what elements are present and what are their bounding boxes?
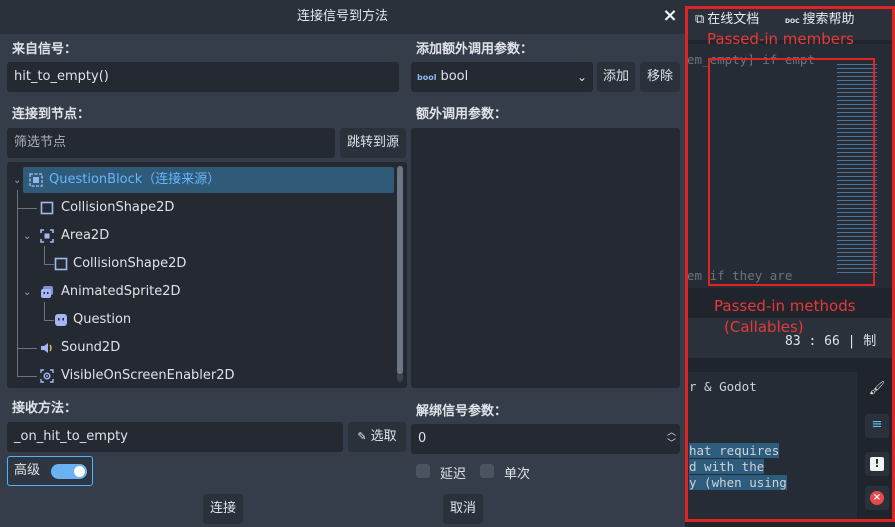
deferred-checkbox[interactable] [416, 464, 430, 478]
dialog-titlebar: 连接信号到方法 × [0, 0, 685, 34]
tree-item-label: CollisionShape2D [61, 200, 175, 215]
pencil-icon: ✎ [357, 430, 367, 443]
chevron-down-icon[interactable]: ⌄ [13, 168, 21, 194]
visibility-notifier-icon [40, 369, 54, 383]
tree-item-sound2d[interactable]: Sound2D [37, 335, 377, 361]
tree-guide [44, 320, 54, 321]
tree-item-label: QuestionBlock（连接来源） [49, 172, 221, 187]
annotation-inner-box [708, 58, 875, 286]
annotation-callables: (Callables) [724, 318, 804, 336]
signal-field: hit_to_empty() [7, 62, 399, 92]
advanced-label: 高级 [14, 463, 41, 478]
receiver-method-label: 接收方法： [12, 401, 78, 416]
unbind-value: 0 [418, 431, 427, 446]
toggle-switch[interactable] [51, 464, 87, 479]
connect-to-node-label: 连接到节点： [12, 107, 91, 122]
tree-item-animatedsprite2d[interactable]: ⌄ AnimatedSprite2D [23, 279, 363, 305]
tree-guide [44, 264, 54, 265]
oneshot-label: 单次 [504, 467, 531, 482]
tilemap-node-icon [29, 173, 43, 187]
unbind-spinbox[interactable]: 0 ︿ ﹀ [411, 424, 680, 454]
advanced-toggle[interactable]: 高级 [7, 456, 93, 486]
from-signal-label: 来自信号： [12, 42, 78, 57]
toggle-knob [74, 466, 85, 477]
filter-nodes-input[interactable]: 筛选节点 [7, 128, 335, 158]
dialog-title: 连接信号到方法 [296, 9, 388, 24]
tree-guide [17, 208, 37, 209]
unbind-label: 解绑信号参数： [416, 404, 508, 419]
chevron-down-icon[interactable]: ⌄ [23, 224, 31, 250]
tree-item-label: Question [73, 312, 132, 327]
speaker-icon [41, 343, 52, 353]
area2d-icon [40, 229, 54, 243]
collision-shape-icon [40, 201, 54, 215]
deferred-label: 延迟 [440, 467, 467, 482]
tree-item-label: VisibleOnScreenEnabler2D [61, 368, 235, 383]
sprite-face-icon [55, 314, 67, 326]
tree-item-area2d[interactable]: ⌄ Area2D [23, 223, 363, 249]
tree-item-label: AnimatedSprite2D [61, 284, 181, 299]
add-arg-button[interactable]: 添加 [597, 62, 635, 92]
tree-guide [17, 376, 37, 377]
annotation-members: Passed-in members [707, 30, 854, 48]
bool-type-icon: bool [417, 73, 437, 82]
tree-item-label: Sound2D [61, 340, 121, 355]
spin-arrows-icon[interactable]: ︿ ﹀ [667, 424, 676, 450]
extra-args-add-label: 添加额外调用参数： [416, 42, 534, 57]
annotation-methods: Passed-in methods [714, 297, 856, 315]
receiver-method-input[interactable]: _on_hit_to_empty [7, 422, 343, 452]
tree-item-collisionshape2d-child[interactable]: CollisionShape2D [54, 251, 374, 277]
cancel-button[interactable]: 取消 [443, 494, 483, 524]
type-select[interactable]: bool bool ⌄ [411, 62, 593, 92]
tree-item-visibleonscreenenabler2d[interactable]: VisibleOnScreenEnabler2D [37, 363, 377, 389]
remove-arg-button[interactable]: 移除 [640, 62, 680, 92]
tree-scrollbar[interactable] [397, 166, 403, 382]
chevron-down-icon[interactable]: ⌄ [23, 280, 31, 306]
extra-args-list[interactable] [411, 128, 680, 388]
pick-button-label: 选取 [370, 429, 397, 444]
tree-scrollbar-thumb[interactable] [397, 166, 403, 374]
tree-item-label: Area2D [61, 228, 110, 243]
extra-args-label: 额外调用参数： [416, 107, 508, 122]
tree-item-questionblock[interactable]: ⌄ QuestionBlock（连接来源） [13, 167, 394, 193]
chevron-down-icon: ⌄ [576, 70, 587, 84]
node-tree: ⌄ QuestionBlock（连接来源） CollisionShape2D ⌄… [7, 162, 407, 388]
tree-item-question[interactable]: Question [54, 307, 374, 333]
close-icon[interactable]: × [660, 6, 680, 26]
connect-signal-dialog: 连接信号到方法 × 来自信号： hit_to_empty() 连接到节点： 筛选… [0, 0, 685, 527]
type-select-value: bool [440, 69, 469, 84]
connect-button[interactable]: 连接 [203, 494, 243, 524]
tree-item-label: CollisionShape2D [73, 256, 187, 271]
collision-shape-icon [54, 257, 68, 271]
oneshot-checkbox[interactable] [480, 464, 494, 478]
goto-source-button[interactable]: 跳转到源 [340, 128, 406, 158]
tree-guide [17, 348, 37, 349]
pick-method-button[interactable]: ✎ 选取 [348, 422, 406, 452]
animated-sprite-icon [41, 286, 53, 298]
tree-item-collisionshape2d[interactable]: CollisionShape2D [37, 195, 377, 221]
